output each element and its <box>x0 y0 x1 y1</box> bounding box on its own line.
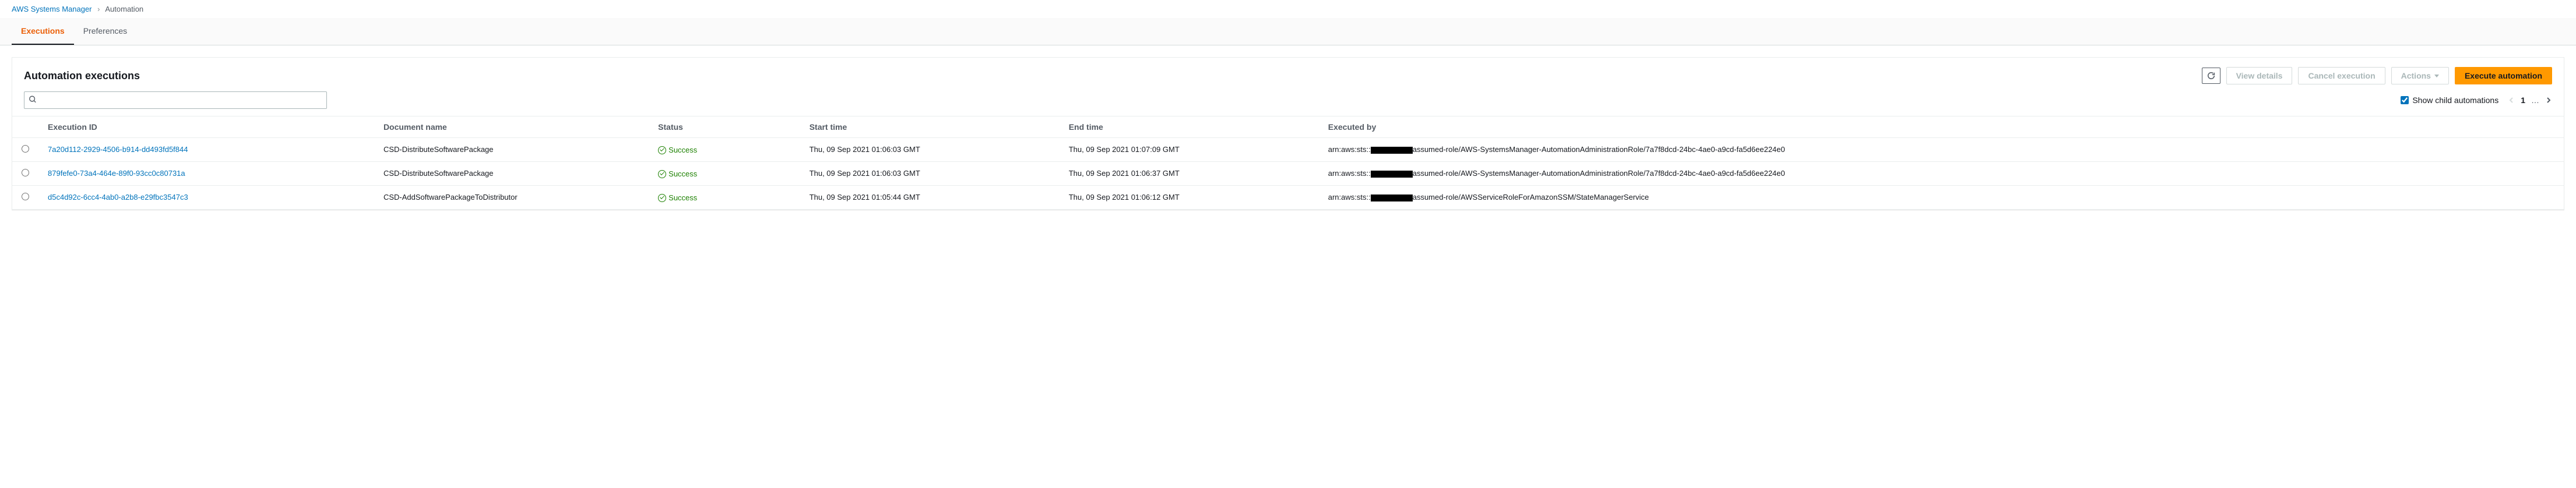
col-end-time[interactable]: End time <box>1060 116 1319 138</box>
execution-id-link[interactable]: 879fefe0-73a4-464e-89f0-93cc0c80731a <box>48 169 185 178</box>
show-child-label: Show child automations <box>2412 96 2498 105</box>
status-badge: Success <box>658 146 697 154</box>
row-select-radio[interactable] <box>22 145 29 153</box>
execution-id-link[interactable]: d5c4d92c-6cc4-4ab0-a2b8-e29fbc3547c3 <box>48 193 188 201</box>
end-time-cell: Thu, 09 Sep 2021 01:07:09 GMT <box>1060 138 1319 162</box>
redacted-account <box>1371 171 1413 178</box>
success-icon <box>658 146 666 154</box>
executions-panel: Automation executions View details Cance… <box>12 57 2564 210</box>
pagination: 1 … <box>2508 96 2552 105</box>
row-select-radio[interactable] <box>22 193 29 200</box>
actions-dropdown-button[interactable]: Actions <box>2391 67 2449 84</box>
col-start-time[interactable]: Start time <box>800 116 1060 138</box>
col-status[interactable]: Status <box>649 116 800 138</box>
end-time-cell: Thu, 09 Sep 2021 01:06:12 GMT <box>1060 186 1319 210</box>
redacted-account <box>1371 147 1413 154</box>
status-text: Success <box>668 146 697 154</box>
document-name-cell: CSD-AddSoftwarePackageToDistributor <box>374 186 649 210</box>
success-icon <box>658 194 666 202</box>
search-wrap <box>24 91 327 109</box>
tab-executions[interactable]: Executions <box>12 18 74 45</box>
search-input[interactable] <box>24 91 327 109</box>
end-time-cell: Thu, 09 Sep 2021 01:06:37 GMT <box>1060 162 1319 186</box>
col-execution-id[interactable]: Execution ID <box>38 116 374 138</box>
panel-title: Automation executions <box>24 70 140 82</box>
execution-id-link[interactable]: 7a20d112-2929-4506-b914-dd493fd5f844 <box>48 145 188 154</box>
chevron-right-icon <box>2545 97 2552 104</box>
executed-by-cell: arn:aws:sts::assumed-role/AWSServiceRole… <box>1319 186 2564 210</box>
breadcrumb-current: Automation <box>105 5 143 13</box>
page-number: 1 <box>2521 96 2525 105</box>
chevron-left-icon <box>2508 97 2515 104</box>
show-child-checkbox-input[interactable] <box>2401 96 2409 104</box>
status-badge: Success <box>658 169 697 178</box>
breadcrumb-root-link[interactable]: AWS Systems Manager <box>12 5 92 13</box>
chevron-right-icon: › <box>97 5 100 13</box>
chevron-down-icon <box>2434 75 2439 77</box>
refresh-button[interactable] <box>2202 68 2220 84</box>
tab-bar: Executions Preferences <box>0 18 2576 45</box>
executions-table: Execution ID Document name Status Start … <box>12 116 2564 210</box>
breadcrumb: AWS Systems Manager › Automation <box>0 0 2576 18</box>
actions-label: Actions <box>2401 71 2431 80</box>
col-select <box>12 116 38 138</box>
panel-actions: View details Cancel execution Actions Ex… <box>2202 67 2552 84</box>
row-select-radio[interactable] <box>22 169 29 176</box>
search-icon <box>29 96 37 105</box>
table-row: d5c4d92c-6cc4-4ab0-a2b8-e29fbc3547c3 CSD… <box>12 186 2564 210</box>
start-time-cell: Thu, 09 Sep 2021 01:06:03 GMT <box>800 138 1060 162</box>
start-time-cell: Thu, 09 Sep 2021 01:05:44 GMT <box>800 186 1060 210</box>
redacted-account <box>1371 195 1413 201</box>
refresh-icon <box>2207 72 2215 80</box>
tab-preferences[interactable]: Preferences <box>74 18 136 45</box>
document-name-cell: CSD-DistributeSoftwarePackage <box>374 162 649 186</box>
col-executed-by[interactable]: Executed by <box>1319 116 2564 138</box>
status-text: Success <box>668 169 697 178</box>
table-row: 879fefe0-73a4-464e-89f0-93cc0c80731a CSD… <box>12 162 2564 186</box>
prev-page-button[interactable] <box>2508 97 2515 104</box>
view-details-button[interactable]: View details <box>2226 67 2293 84</box>
execute-automation-button[interactable]: Execute automation <box>2455 67 2552 84</box>
table-row: 7a20d112-2929-4506-b914-dd493fd5f844 CSD… <box>12 138 2564 162</box>
status-badge: Success <box>658 193 697 202</box>
document-name-cell: CSD-DistributeSoftwarePackage <box>374 138 649 162</box>
next-page-button[interactable] <box>2545 97 2552 104</box>
col-document-name[interactable]: Document name <box>374 116 649 138</box>
cancel-execution-button[interactable]: Cancel execution <box>2298 67 2385 84</box>
success-icon <box>658 170 666 178</box>
start-time-cell: Thu, 09 Sep 2021 01:06:03 GMT <box>800 162 1060 186</box>
status-text: Success <box>668 193 697 202</box>
show-child-automations-checkbox[interactable]: Show child automations <box>2401 96 2498 105</box>
page-ellipsis: … <box>2531 96 2539 105</box>
executed-by-cell: arn:aws:sts::assumed-role/AWS-SystemsMan… <box>1319 138 2564 162</box>
executed-by-cell: arn:aws:sts::assumed-role/AWS-SystemsMan… <box>1319 162 2564 186</box>
